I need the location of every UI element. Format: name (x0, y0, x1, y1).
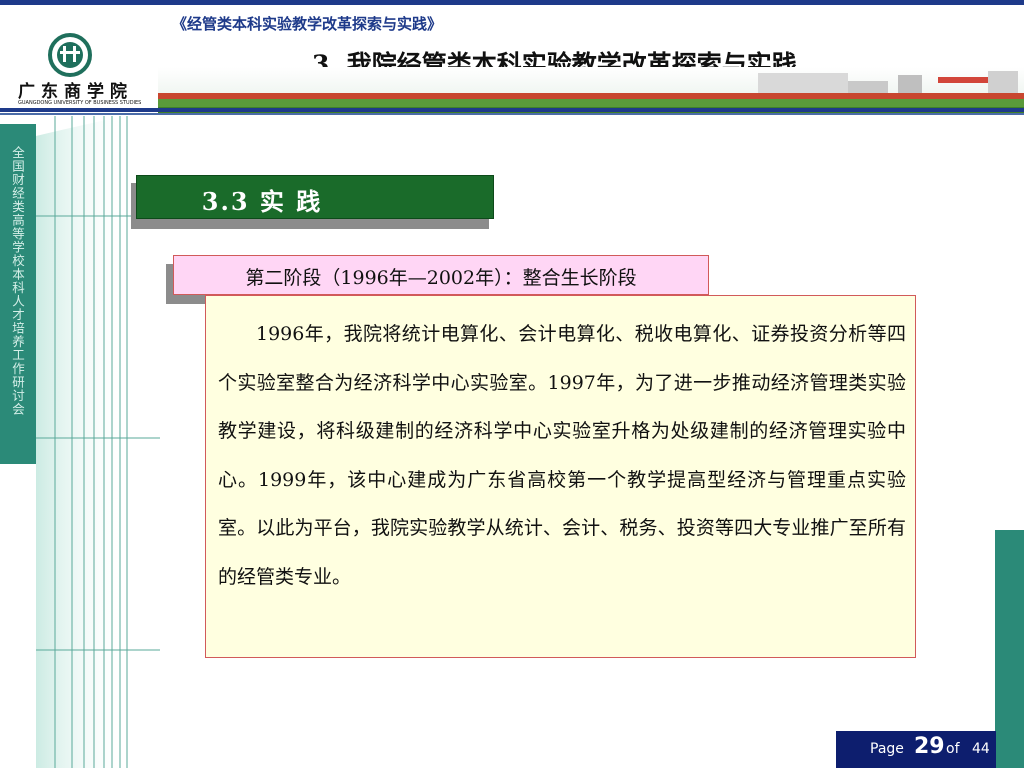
total-pages: 44 (972, 741, 990, 757)
slide-header: 《经管类本科实验教学改革探索与实践》 3. 我院经管类本科实验教学改革探索与实践… (0, 5, 1024, 113)
current-page-number: 29 (914, 734, 945, 759)
conference-vertical-text: 全国财经类高等学校本科人才培养工作研讨会 (10, 146, 25, 416)
stage-heading: 第二阶段（1996年—2002年）：整合生长阶段 (245, 267, 637, 289)
page-word: Page (870, 741, 904, 757)
course-title: 《经管类本科实验教学改革探索与实践》 (172, 15, 443, 33)
header-divider (0, 108, 1024, 112)
university-english-name: GUANGDONG UNIVERSITY OF BUSINESS STUDIES (18, 100, 142, 106)
section-heading: 3.3 实 践 (201, 187, 323, 216)
header-divider-thin (0, 113, 1024, 115)
stage-heading-box: 第二阶段（1996年—2002年）：整合生长阶段 (173, 255, 709, 295)
section-heading-box: 3.3 实 践 (136, 175, 494, 219)
content-paragraph: 1996年，我院将统计电算化、会计电算化、税收电算化、证券投资分析等四个实验室整… (218, 323, 906, 588)
content-box: 1996年，我院将统计电算化、会计电算化、税收电算化、证券投资分析等四个实验室整… (205, 295, 916, 658)
university-name: 广东商学院 (18, 82, 133, 102)
campus-banner-image (158, 67, 1024, 113)
right-accent-bar (995, 530, 1024, 768)
page-indicator: Page 29 of 44 (836, 731, 996, 768)
of-word: of (946, 741, 960, 757)
